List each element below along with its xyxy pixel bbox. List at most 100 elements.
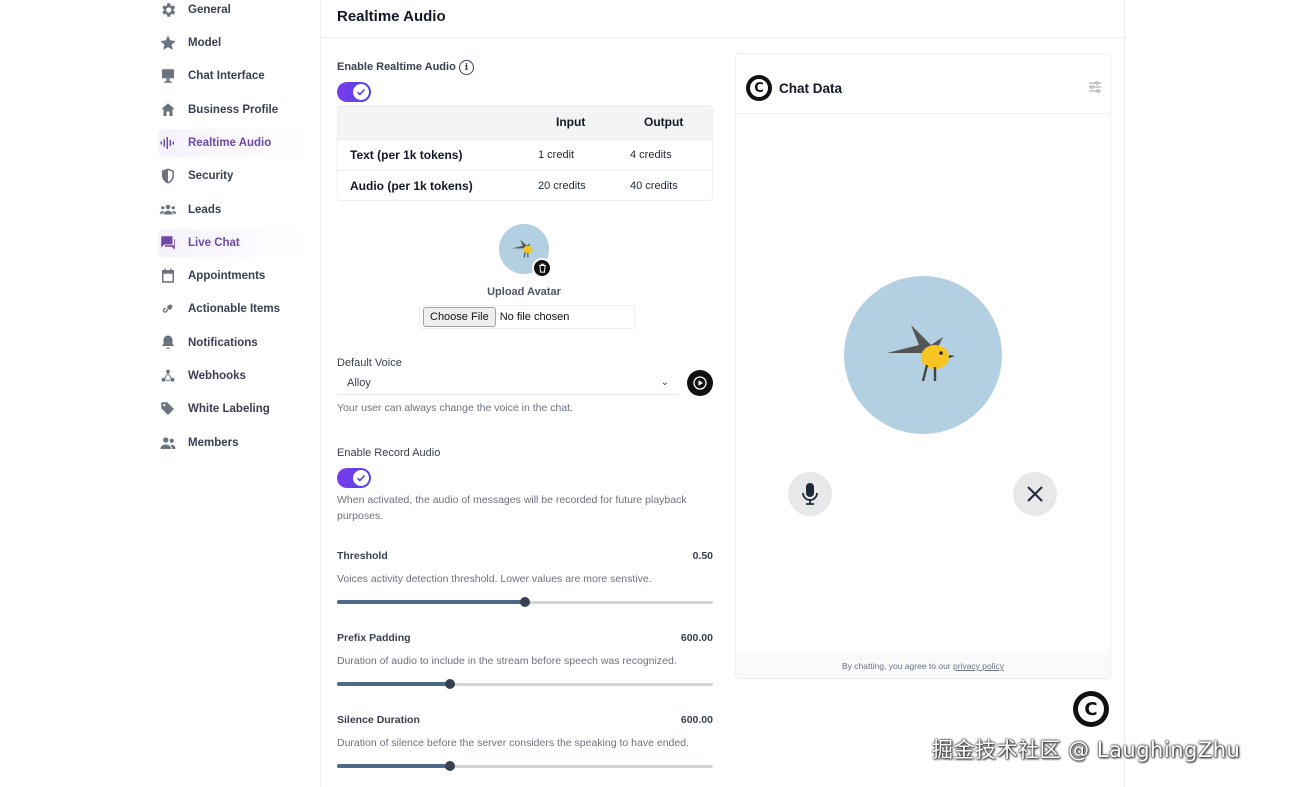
slider-fill <box>337 682 450 686</box>
delete-avatar-button[interactable] <box>532 258 552 278</box>
file-status: No file chosen <box>499 311 570 323</box>
input-cost: 20 credits <box>538 180 586 192</box>
threshold-value: 0.50 <box>692 550 713 562</box>
sidebar-item-label: Chat Interface <box>188 70 265 82</box>
sidebar-item-label: Appointments <box>188 270 266 282</box>
close-button[interactable] <box>1013 472 1057 516</box>
chat-launcher-button[interactable]: C <box>1073 691 1109 727</box>
slider-fill <box>337 764 450 768</box>
choose-file-button[interactable]: Choose File <box>423 307 496 327</box>
tags-icon <box>158 399 178 419</box>
logo-letter: C <box>750 79 768 97</box>
privacy-policy-link[interactable]: privacy policy <box>953 661 1004 671</box>
threshold-slider[interactable] <box>337 596 713 608</box>
sidebar-item-general[interactable]: General <box>158 0 308 24</box>
sidebar-item-chat-interface[interactable]: Chat Interface <box>158 62 308 90</box>
sidebar-item-actionable-items[interactable]: Actionable Items <box>158 295 308 323</box>
play-icon <box>693 376 707 390</box>
close-icon <box>1027 486 1043 502</box>
info-icon[interactable]: i <box>459 60 474 75</box>
threshold-help: Voices activity detection threshold. Low… <box>337 573 652 585</box>
sidebar-item-label: General <box>188 4 231 16</box>
enable-realtime-audio-toggle[interactable] <box>337 82 371 102</box>
input-cost: 1 credit <box>538 149 575 161</box>
table-header: Input Output <box>338 106 712 139</box>
gear-icon <box>158 0 178 20</box>
prefix-padding-slider[interactable] <box>337 678 713 690</box>
chat-title: Chat Data <box>779 81 843 96</box>
output-cost: 40 credits <box>630 180 678 192</box>
sidebar-item-label: Leads <box>188 204 222 216</box>
soundwave-icon <box>158 133 178 153</box>
sidebar-item-label: Members <box>188 437 239 449</box>
sidebar-item-label: Realtime Audio <box>188 137 272 149</box>
sidebar-item-webhooks[interactable]: Webhooks <box>158 362 308 390</box>
threshold-label: Threshold <box>337 550 388 562</box>
page-title: Realtime Audio <box>337 8 446 25</box>
enable-record-audio-label: Enable Record Audio <box>337 447 441 459</box>
sidebar-item-leads[interactable]: Leads <box>158 196 308 224</box>
table-row: Text (per 1k tokens) 1 credit 4 credits <box>338 139 712 170</box>
avatar-file-input[interactable]: Choose File No file chosen <box>419 305 635 329</box>
slider-thumb[interactable] <box>520 597 530 607</box>
shield-icon <box>158 166 178 186</box>
chat-bubble-icon <box>158 233 178 253</box>
default-voice-select[interactable]: Alloy ⌄ <box>337 371 679 395</box>
sidebar-item-security[interactable]: Security <box>158 162 308 190</box>
sidebar-item-live-chat[interactable]: Live Chat <box>158 229 308 257</box>
sidebar-item-model[interactable]: Model <box>158 29 308 57</box>
default-voice-label: Default Voice <box>337 357 402 369</box>
microphone-button[interactable] <box>788 472 832 516</box>
people-icon <box>158 433 178 453</box>
column-header-output: Output <box>644 115 684 129</box>
sidebar-item-label: Notifications <box>188 337 258 349</box>
play-voice-button[interactable] <box>687 370 713 396</box>
silence-duration-slider[interactable] <box>337 760 713 772</box>
chat-preview: C Chat Data By chatting, you agree to ou… <box>735 53 1111 679</box>
sidebar-item-white-labeling[interactable]: White Labeling <box>158 395 308 423</box>
sidebar-item-notifications[interactable]: Notifications <box>158 329 308 357</box>
silence-duration-help: Duration of silence before the server co… <box>337 737 689 749</box>
sidebar-item-label: Webhooks <box>188 370 246 382</box>
webhook-icon <box>158 366 178 386</box>
sidebar-item-appointments[interactable]: Appointments <box>158 262 308 290</box>
slider-thumb[interactable] <box>444 679 455 689</box>
sidebar: General Model Chat Interface Business Pr… <box>150 0 310 787</box>
link-icon <box>158 299 178 319</box>
sidebar-item-label: White Labeling <box>188 403 270 415</box>
default-voice-help: Your user can always change the voice in… <box>337 402 574 414</box>
assistant-avatar <box>844 276 1002 434</box>
table-row: Audio (per 1k tokens) 20 credits 40 cred… <box>338 170 712 200</box>
check-icon <box>353 470 369 486</box>
output-cost: 4 credits <box>630 149 672 161</box>
monitor-icon <box>158 66 178 86</box>
prefix-padding-label: Prefix Padding <box>337 632 411 644</box>
sidebar-item-label: Live Chat <box>188 237 240 249</box>
footer-text: By chatting, you agree to our <box>841 661 953 671</box>
prefix-padding-help: Duration of audio to include in the stre… <box>337 655 677 667</box>
sidebar-item-label: Business Profile <box>188 104 279 116</box>
sidebar-item-label: Model <box>188 37 222 49</box>
enable-record-audio-help: When activated, the audio of messages wi… <box>337 494 687 522</box>
sidebar-item-realtime-audio[interactable]: Realtime Audio <box>158 129 308 157</box>
sidebar-item-business-profile[interactable]: Business Profile <box>158 96 308 124</box>
slider-thumb[interactable] <box>444 761 455 771</box>
prefix-padding-value: 600.00 <box>680 632 713 644</box>
settings-sliders-icon[interactable] <box>1088 81 1102 93</box>
silence-duration-value: 600.00 <box>680 714 713 726</box>
row-label: Audio (per 1k tokens) <box>350 179 473 193</box>
enable-record-audio-toggle[interactable] <box>337 468 371 488</box>
settings-panel: Realtime Audio Enable Realtime Audio i I… <box>320 0 1126 787</box>
logo-letter: C <box>1078 696 1104 722</box>
enable-realtime-audio-label: Enable Realtime Audio <box>337 61 456 73</box>
chevron-down-icon: ⌄ <box>660 377 669 388</box>
group-icon <box>158 200 178 220</box>
home-icon <box>158 100 178 120</box>
bird-icon <box>512 239 533 258</box>
chat-header: C Chat Data <box>736 54 1110 114</box>
page-header: Realtime Audio <box>321 0 1126 38</box>
trash-icon <box>538 263 546 273</box>
sidebar-item-label: Security <box>188 170 234 182</box>
sidebar-item-members[interactable]: Members <box>158 429 308 457</box>
bird-icon <box>887 325 955 382</box>
